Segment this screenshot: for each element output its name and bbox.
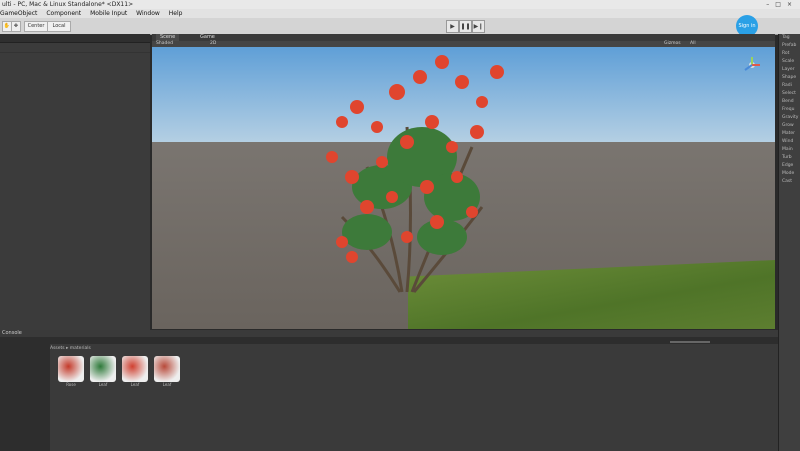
play-icon[interactable]: ▶ — [446, 20, 459, 33]
menu-window[interactable]: Window — [136, 10, 160, 17]
inspector-row[interactable]: Grow — [779, 122, 800, 130]
asset-thumbnail[interactable] — [154, 356, 180, 382]
breadcrumb[interactable]: Assets ▸ materials — [50, 346, 91, 351]
inspector-row[interactable]: Cast — [779, 178, 800, 186]
flower-bush[interactable] — [152, 47, 775, 329]
asset-thumbnail[interactable] — [90, 356, 116, 382]
inspector-row[interactable]: Edge — [779, 162, 800, 170]
asset-label: Leaf — [130, 382, 140, 387]
inspector-row[interactable]: Mode — [779, 170, 800, 178]
asset-label: Leaf — [98, 382, 108, 387]
inspector-panel: Tag Prefab Rot Scale Layer Shape Radi Select Ben… — [778, 34, 800, 451]
toolbar: ✋ ✥ Center Local ▶ ❚❚ ▶❙ — [0, 18, 800, 35]
inspector-row[interactable]: Prefab — [779, 42, 800, 50]
inspector-row[interactable]: Scale — [779, 58, 800, 66]
hierarchy-search[interactable] — [0, 43, 150, 53]
inspector-row[interactable]: Rot — [779, 50, 800, 58]
hierarchy-panel — [0, 34, 150, 330]
tab-game[interactable]: Game — [196, 34, 219, 41]
inspector-row[interactable]: Bend — [779, 98, 800, 106]
thumbnail-size-slider[interactable] — [670, 341, 710, 343]
pivot-center-button[interactable]: Center — [24, 21, 48, 32]
asset-item[interactable]: Rose — [58, 356, 84, 388]
tab-scene[interactable]: Scene — [156, 34, 180, 41]
asset-item[interactable]: Leaf — [90, 356, 116, 388]
asset-thumbnail[interactable] — [122, 356, 148, 382]
pause-icon[interactable]: ❚❚ — [459, 20, 472, 33]
menu-help[interactable]: Help — [169, 10, 183, 17]
close-icon[interactable]: × — [787, 1, 798, 8]
inspector-row[interactable]: Mater — [779, 130, 800, 138]
inspector-row[interactable]: Turb — [779, 154, 800, 162]
title-bar: ulti - PC, Mac & Linux Standalone* <DX11… — [0, 0, 800, 9]
step-icon[interactable]: ▶❙ — [472, 20, 485, 33]
menu-component[interactable]: Component — [46, 10, 81, 17]
maximize-icon[interactable]: □ — [775, 1, 787, 8]
scene-gizmo-icon[interactable] — [742, 55, 762, 75]
inspector-row[interactable]: Select — [779, 90, 800, 98]
inspector-row[interactable]: Wind — [779, 138, 800, 146]
asset-item[interactable]: Leaf — [122, 356, 148, 388]
asset-label: Leaf — [162, 382, 172, 387]
pivot-local-button[interactable]: Local — [47, 21, 71, 32]
inspector-row[interactable]: Radi — [779, 82, 800, 90]
asset-thumbnail[interactable] — [58, 356, 84, 382]
console-tab-label[interactable]: Console — [0, 330, 22, 336]
asset-label: Rose — [66, 382, 76, 387]
scene-view[interactable] — [152, 47, 775, 329]
asset-grid: Assets ▸ materials Rose Leaf Leaf Leaf — [50, 341, 778, 451]
menu-bar: GameObject Component Mobile Input Window… — [0, 9, 800, 18]
menu-mobile-input[interactable]: Mobile Input — [90, 10, 127, 17]
asset-item[interactable]: Leaf — [154, 356, 180, 388]
menu-gameobject[interactable]: GameObject — [0, 10, 37, 17]
inspector-row[interactable]: Gravity — [779, 114, 800, 122]
project-panel: Console Assets ▸ materials Rose Leaf Leaf L… — [0, 330, 778, 451]
inspector-row[interactable]: Tag — [779, 34, 800, 42]
inspector-row[interactable]: Layer — [779, 66, 800, 74]
minimize-icon[interactable]: – — [766, 1, 775, 8]
move-tool-icon[interactable]: ✥ — [11, 21, 21, 32]
view-tabs: Scene Game — [152, 34, 775, 41]
window-title: ulti - PC, Mac & Linux Standalone* <DX11… — [2, 1, 134, 8]
inspector-row[interactable]: Frequ — [779, 106, 800, 114]
console-tab[interactable]: Console — [0, 330, 778, 337]
inspector-row[interactable]: Main — [779, 146, 800, 154]
window-controls[interactable]: –□× — [766, 0, 798, 9]
inspector-row[interactable]: Shape — [779, 74, 800, 82]
hierarchy-header — [0, 34, 150, 43]
